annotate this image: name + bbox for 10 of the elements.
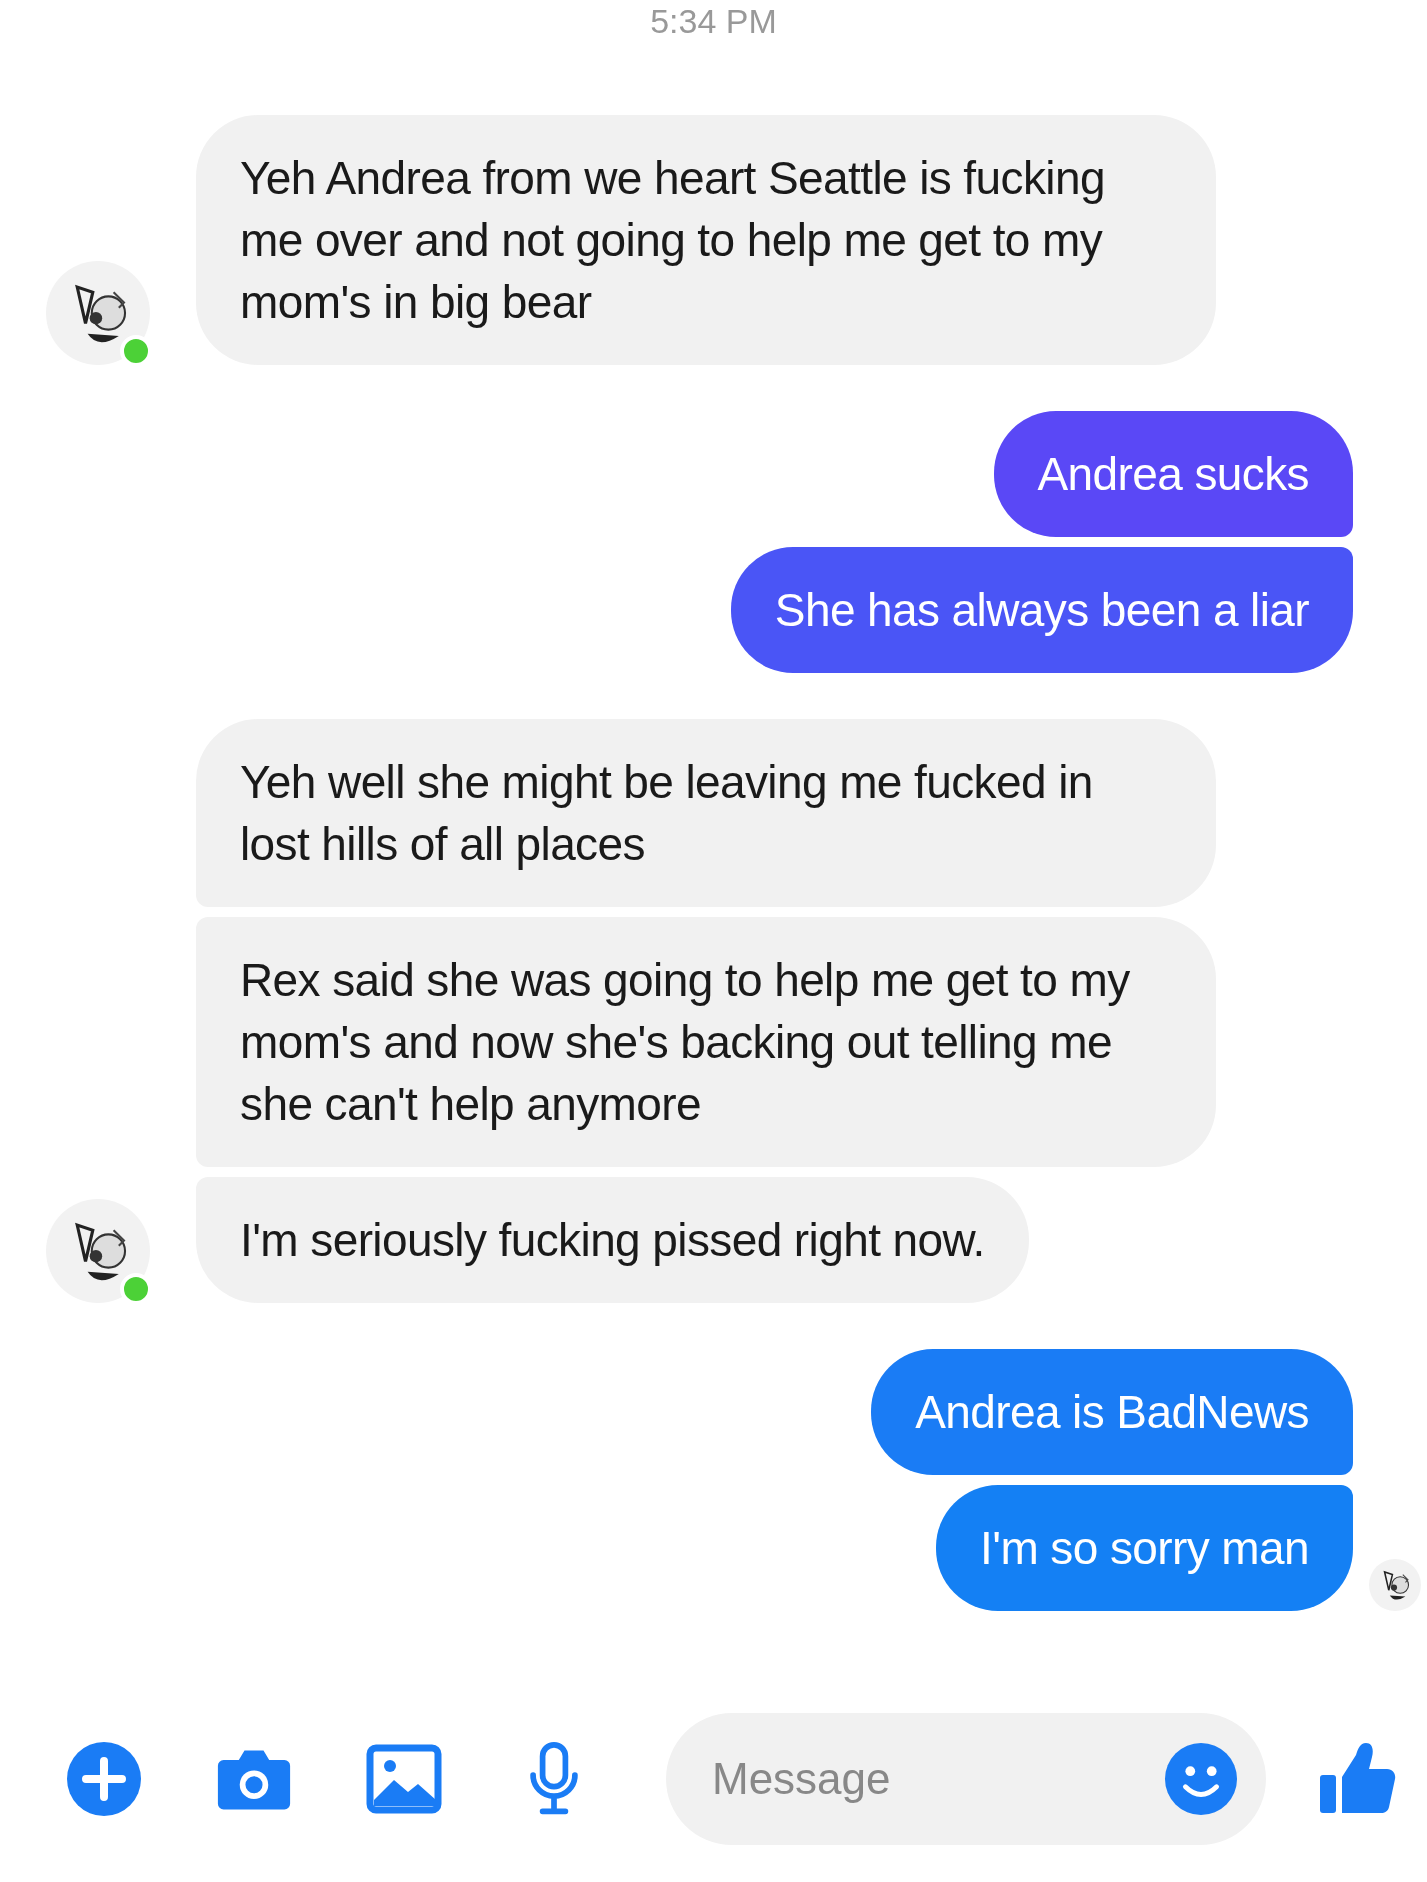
message-bubble: Andrea is BadNews [871, 1349, 1353, 1475]
message-bubble: Rex said she was going to help me get to my mom's and now she's backing out telling me she can't help anymore [196, 917, 1216, 1167]
message-bubble: I'm seriously fucking pissed right now. [196, 1177, 1029, 1303]
message-field[interactable]: Message [666, 1713, 1266, 1845]
message-bubble: I'm so sorry man [936, 1485, 1353, 1611]
timestamp: 5:34 PM [650, 2, 777, 41]
message-bubble: Yeh well she might be leaving me fucked in lost hills of all places [196, 719, 1216, 907]
message-bubble: She has always been a liar [730, 547, 1353, 673]
message-bubble: Yeh Andrea from we heart Seattle is fucking me over and not going to help me get to my mom's in big bear [196, 115, 1216, 365]
message-bubble: Andrea sucks [993, 411, 1353, 537]
